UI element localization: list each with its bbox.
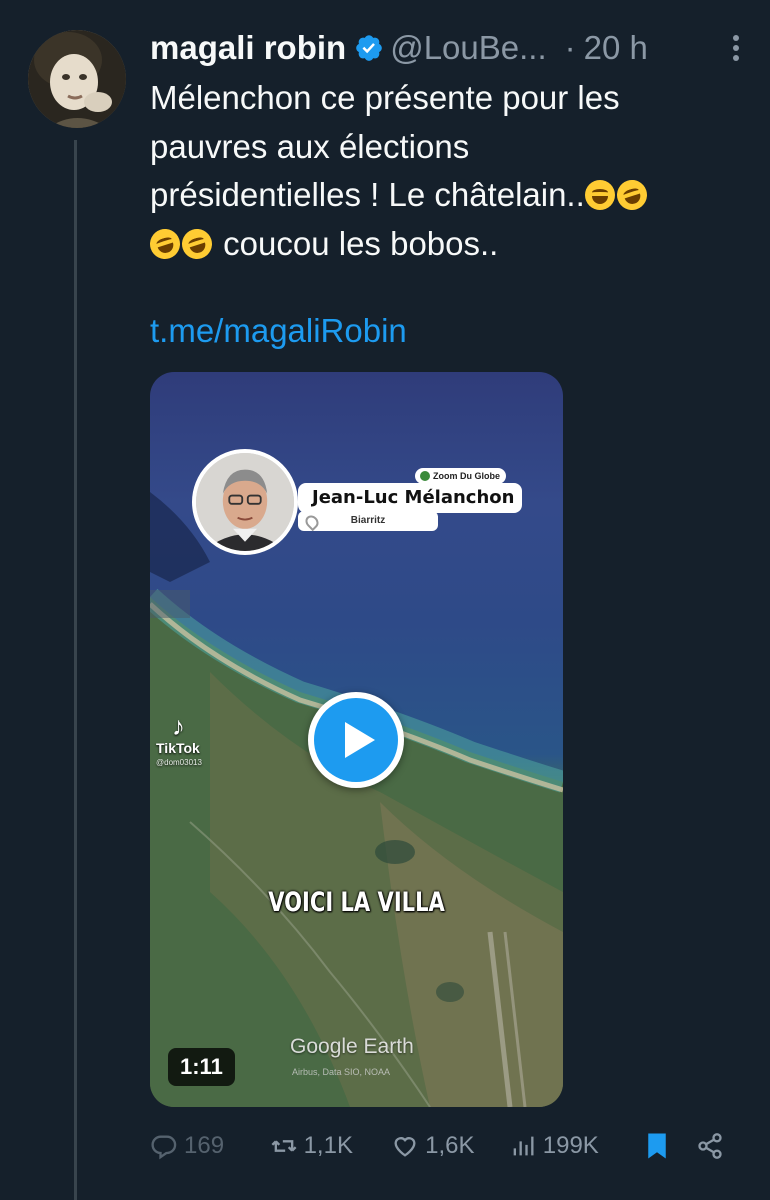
person-name-label: Jean-Luc Mélanchon [298, 483, 523, 513]
tweet-text-line: coucou les bobos.. [146, 220, 740, 269]
header-separator: · [564, 29, 576, 66]
play-icon [345, 722, 375, 758]
reply-bubble-icon [151, 1135, 177, 1160]
avatar[interactable] [28, 30, 126, 128]
rolling-laughing-emoji-icon [612, 176, 651, 214]
retweet-button[interactable]: 1,1K [270, 1132, 392, 1160]
tiktok-watermark: ♪ TikTok @dom03013 [156, 712, 202, 767]
tweet-text-line: Mélenchon ce présente pour les [150, 79, 620, 116]
tiktok-label: TikTok [156, 740, 200, 756]
tweet-time[interactable]: 20 h [584, 29, 648, 67]
thread-line [74, 140, 77, 1200]
imagery-credit: Airbus, Data SIO, NOAA [292, 1067, 391, 1077]
zoom-du-globe-tag: Zoom Du Globe [415, 468, 506, 484]
google-earth-watermark: Google Earth [290, 1035, 414, 1058]
author-name[interactable]: magali robin [150, 29, 346, 67]
tiktok-logo-icon: ♪ [172, 711, 185, 741]
rolling-laughing-emoji-icon [146, 224, 184, 263]
retweet-count: 1,1K [303, 1132, 353, 1159]
telegram-link[interactable]: t.me/magaliRobin [150, 312, 407, 350]
like-button[interactable]: 1,6K [391, 1132, 509, 1160]
analytics-bars-icon [513, 1136, 534, 1156]
person-photo [192, 449, 298, 555]
tweet-text-segment: coucou les bobos.. [223, 224, 499, 262]
video-player[interactable]: Zoom Du Globe Jean-Luc Mélanchon Biarrit… [150, 372, 563, 1107]
author-handle[interactable]: @LouBe... [390, 29, 546, 67]
like-count: 1,6K [425, 1132, 475, 1159]
tweet-text-line: pauvres aux élections [150, 127, 470, 165]
video-caption: VOICI LA VILLA [268, 887, 445, 918]
bookmark-icon [648, 1133, 666, 1159]
play-button[interactable] [308, 692, 404, 788]
tweet-header: magali robin @LouBe... · 20 h [150, 26, 750, 70]
video-duration-badge: 1:11 [168, 1048, 235, 1086]
grinning-sweat-emoji-icon [584, 180, 615, 210]
tweet-text-line: présidentielles ! Le châtelain.. [150, 171, 740, 220]
tweet-text-segment: présidentielles ! Le châtelain.. [150, 176, 585, 213]
tweet-text: Mélenchon ce présente pour les pauvres a… [146, 74, 740, 269]
share-button[interactable] [696, 1132, 730, 1160]
reply-count: 169 [184, 1132, 225, 1159]
verified-badge-icon [356, 35, 383, 61]
rolling-laughing-emoji-icon [178, 224, 216, 263]
reply-button[interactable]: 169 [150, 1132, 270, 1160]
more-dots-icon[interactable] [722, 31, 750, 65]
tiktok-username: @dom03013 [156, 758, 202, 767]
view-count: 199K [542, 1132, 599, 1159]
location-label: Biarritz [298, 511, 438, 531]
heart-icon [394, 1137, 416, 1157]
views-button[interactable]: 199K [509, 1132, 644, 1160]
share-icon [698, 1133, 722, 1159]
bookmark-button[interactable] [644, 1131, 676, 1161]
retweet-arrows-icon [271, 1140, 297, 1152]
action-bar: 169 1,1K 1,6K 199K [150, 1124, 730, 1168]
